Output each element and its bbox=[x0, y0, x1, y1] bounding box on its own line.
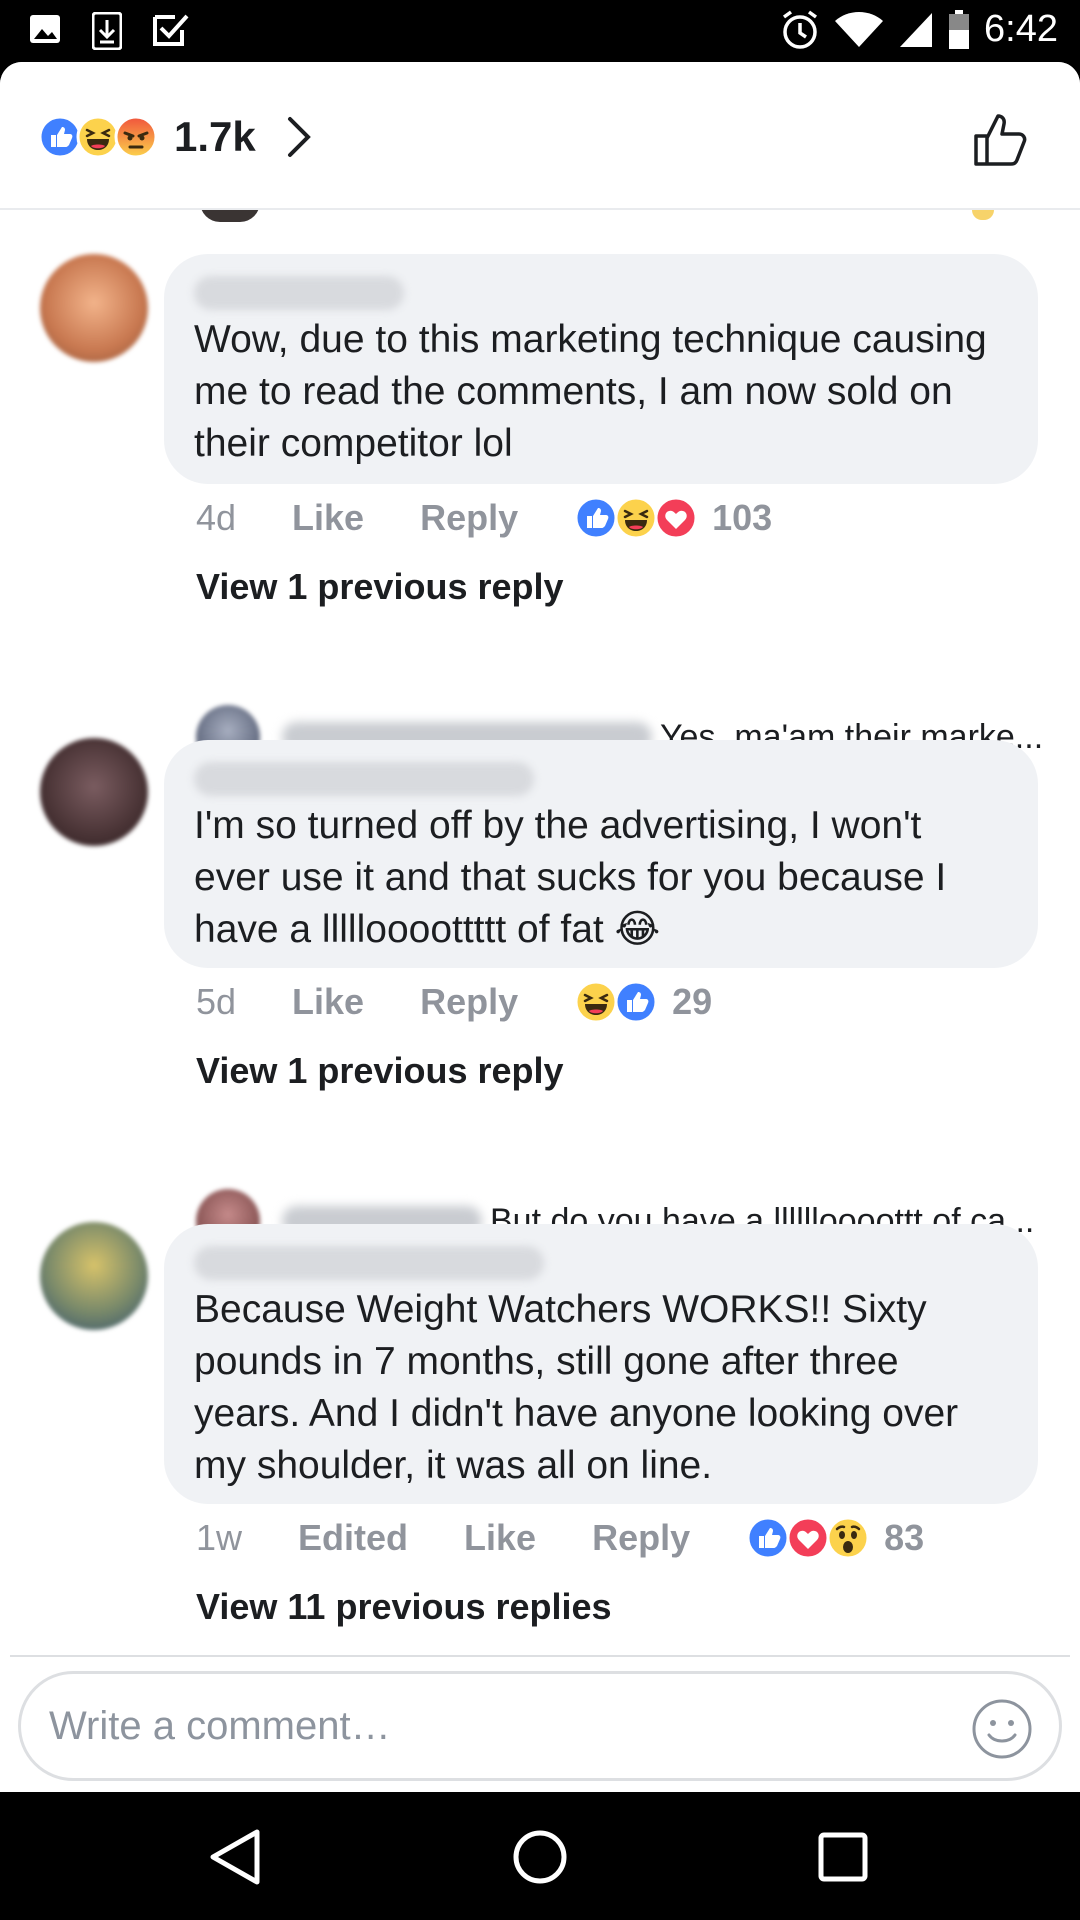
view-previous-replies-link[interactable]: View 1 previous reply bbox=[196, 566, 564, 608]
navigation-bar bbox=[0, 1794, 1080, 1920]
comment-timestamp: 4d bbox=[196, 497, 237, 538]
avatar[interactable] bbox=[40, 738, 148, 846]
notification-icons bbox=[28, 12, 190, 50]
like-button[interactable]: Like bbox=[292, 497, 364, 539]
composer-divider bbox=[10, 1655, 1070, 1657]
reply-button[interactable]: Reply bbox=[420, 981, 518, 1023]
comment-reaction-count: 29 bbox=[672, 981, 713, 1022]
battery-icon bbox=[949, 9, 970, 49]
reply-button[interactable]: Reply bbox=[420, 497, 518, 539]
reactions-summary[interactable]: 1.7k bbox=[38, 112, 314, 162]
comment-actions: 1w Edited Like Reply 83 bbox=[196, 1516, 924, 1560]
comment-author-blurred[interactable] bbox=[194, 276, 404, 310]
view-previous-replies-link[interactable]: View 11 previous replies bbox=[196, 1586, 612, 1628]
comment-reaction-count: 103 bbox=[712, 497, 773, 538]
like-button[interactable]: Like bbox=[292, 981, 364, 1023]
signal-icon bbox=[900, 12, 933, 47]
reaction-count: 1.7k bbox=[174, 113, 256, 160]
comment-text: Wow, due to this marketing technique cau… bbox=[194, 318, 987, 465]
home-icon[interactable] bbox=[507, 1824, 573, 1890]
like-reaction-icon bbox=[614, 980, 658, 1024]
haha-reaction-icon bbox=[614, 496, 658, 540]
comment-timestamp: 5d bbox=[196, 981, 237, 1022]
comment-text-content: I'm so turned off by the advertising, I … bbox=[194, 804, 947, 951]
recents-icon[interactable] bbox=[810, 1824, 876, 1890]
comment-timestamp: 1w bbox=[196, 1517, 243, 1558]
chevron-right-icon bbox=[287, 117, 311, 157]
avatar[interactable] bbox=[40, 254, 148, 362]
check-box-icon bbox=[153, 14, 189, 46]
reactions-header: 1.7k bbox=[0, 62, 1080, 210]
status-bar: 6:42 bbox=[0, 0, 1080, 62]
view-previous-replies-link[interactable]: View 1 previous reply bbox=[196, 1050, 564, 1092]
wifi-icon bbox=[835, 11, 884, 47]
comment-composer[interactable] bbox=[18, 1671, 1062, 1781]
like-reaction-icon bbox=[574, 496, 618, 540]
image-icon bbox=[30, 15, 60, 43]
comment-bubble[interactable]: I'm so turned off by the advertising, I … bbox=[164, 740, 1038, 968]
thumbs-up-icon[interactable] bbox=[972, 110, 1030, 168]
comment-input[interactable] bbox=[49, 1696, 949, 1756]
reaction-icons bbox=[38, 115, 152, 159]
download-icon bbox=[92, 12, 122, 50]
avatar[interactable] bbox=[40, 1222, 148, 1330]
comment-reactions[interactable] bbox=[574, 980, 654, 1024]
tears-of-joy-emoji: 😂 bbox=[614, 908, 661, 951]
comment-text: Because Weight Watchers WORKS!! Sixty po… bbox=[194, 1288, 959, 1487]
angry-reaction-icon bbox=[114, 115, 158, 159]
reply-button[interactable]: Reply bbox=[592, 1517, 690, 1559]
previous-comment-emoji-peek bbox=[972, 210, 994, 220]
comment-text: I'm so turned off by the advertising, I … bbox=[194, 800, 1008, 956]
comment-reactions[interactable] bbox=[574, 496, 694, 540]
comment-author-blurred[interactable] bbox=[194, 1246, 544, 1280]
haha-reaction-icon bbox=[574, 980, 618, 1024]
comment-bubble[interactable]: Wow, due to this marketing technique cau… bbox=[164, 254, 1038, 484]
edited-label: Edited bbox=[298, 1517, 409, 1558]
wow-reaction-icon bbox=[826, 1516, 870, 1560]
comment-bubble[interactable]: Because Weight Watchers WORKS!! Sixty po… bbox=[164, 1224, 1038, 1504]
like-button[interactable]: Like bbox=[464, 1517, 536, 1559]
comment-reaction-count: 83 bbox=[884, 1517, 925, 1558]
like-reaction-icon bbox=[746, 1516, 790, 1560]
comment-author-blurred[interactable] bbox=[194, 762, 534, 796]
comment-actions: 5d Like Reply 29 bbox=[196, 980, 712, 1024]
comments-sheet: 1.7k Wow, due to this marketing techniqu… bbox=[0, 62, 1080, 1792]
comment-reactions[interactable] bbox=[746, 1516, 866, 1560]
comment-actions: 4d Like Reply 103 bbox=[196, 496, 772, 540]
love-reaction-icon bbox=[654, 496, 698, 540]
system-icons: 6:42 bbox=[780, 8, 1058, 51]
smiley-icon[interactable] bbox=[971, 1698, 1033, 1760]
love-reaction-icon bbox=[786, 1516, 830, 1560]
back-icon[interactable] bbox=[203, 1824, 269, 1890]
clock: 6:42 bbox=[984, 8, 1058, 50]
alarm-icon bbox=[783, 10, 818, 49]
